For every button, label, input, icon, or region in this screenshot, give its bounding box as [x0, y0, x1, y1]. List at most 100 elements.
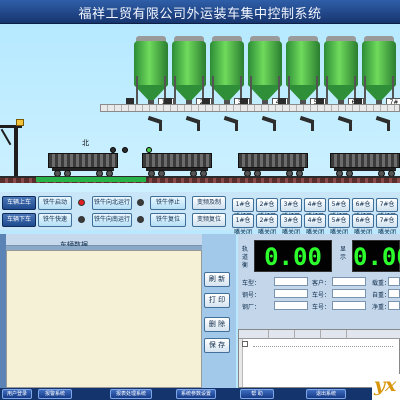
car-base [146, 168, 208, 171]
chute-4 [262, 118, 278, 131]
net-field[interactable] [388, 301, 400, 310]
gate-5-open-button[interactable]: 5#仓嘴打开 [328, 198, 350, 220]
gate-6-open-button[interactable]: 6#仓嘴打开 [352, 198, 374, 220]
gate-3-open-button[interactable]: 3#仓嘴打开 [280, 198, 302, 220]
tare-field[interactable] [388, 289, 400, 298]
tractor-north-button[interactable]: 铁牛向北运行 [92, 196, 132, 210]
gate-2-close-button[interactable]: 2#仓嘴关闭 [256, 214, 278, 236]
south-indicator [137, 216, 144, 223]
loading-scene: 1# 2# 3# 4# 5# [0, 24, 400, 192]
warning-lamp-icon [16, 119, 24, 126]
gate-7-close-button[interactable]: 7#仓嘴关闭 [376, 214, 398, 236]
login-button[interactable]: 用户登录 [2, 389, 32, 399]
table-row [253, 346, 393, 347]
window-title: 福祥工贸有限公司外运装车集中控制系统 [78, 7, 322, 22]
north-label: 北 [82, 139, 89, 147]
delete-button[interactable]: 删 除 [204, 317, 230, 332]
steel-mill-field[interactable] [274, 301, 308, 310]
weight-display-right-value: 0.00 [353, 243, 400, 271]
silo-body [134, 41, 168, 85]
run-indicator-red [78, 199, 85, 206]
steel-number-field[interactable] [274, 289, 308, 298]
car-base [242, 168, 304, 171]
car-off-button[interactable]: 车辆下车 [2, 213, 36, 227]
tractor-start-button[interactable]: 铁牛启动 [38, 196, 72, 210]
chute-6 [338, 118, 354, 131]
car-on-button[interactable]: 车辆上车 [2, 196, 36, 210]
chute-2 [186, 118, 202, 131]
gate-2-open-button[interactable]: 2#仓嘴打开 [256, 198, 278, 220]
table-header-cell [295, 330, 321, 339]
field-label-car-no-2: 车号： [312, 304, 331, 311]
car-tub [142, 153, 212, 168]
tractor-reset-button[interactable]: 铁牛复位 [150, 213, 186, 227]
gate-5-close-button[interactable]: 5#仓嘴关闭 [328, 214, 350, 236]
panel-header [6, 234, 202, 246]
watermark-logo: yx [372, 374, 400, 400]
weight-display-left-value: 0.00 [264, 243, 322, 271]
field-label-mill: 钢厂： [242, 304, 261, 311]
load-field[interactable] [388, 277, 400, 286]
title-bar: 福祥工贸有限公司外运装车集中控制系统 [0, 0, 400, 24]
vfd-control-button[interactable]: 变频及制 [192, 196, 226, 210]
silo-walkway [100, 104, 400, 112]
field-label-car-no: 车号： [312, 292, 331, 299]
chute-5 [300, 118, 316, 131]
weight-display-right: 0.00 [352, 240, 400, 272]
silo-body [324, 41, 358, 85]
weighing-panel: 轨道衡 0.00 显示 0.00 车型： 钢号： 钢厂： 客户： 车号： 车号：… [238, 234, 400, 388]
customer-field[interactable] [332, 277, 366, 286]
display-label: 显示 [340, 246, 347, 261]
help-button[interactable]: 帮 助 [240, 389, 274, 399]
vehicle-data-panel: 车辆数据 刷 新 打 印 删 除 保 存 [0, 234, 236, 388]
rail-scale-active [36, 177, 146, 182]
gantry-brace [0, 128, 12, 146]
refresh-button[interactable]: 刷 新 [204, 272, 230, 287]
print-button[interactable]: 打 印 [204, 293, 230, 308]
weight-display-left: 0.00 [254, 240, 332, 272]
alarm-button[interactable]: 报警系统 [38, 389, 72, 399]
north-indicator [137, 199, 144, 206]
gate-1-open-button[interactable]: 1#仓嘴打开 [232, 198, 254, 220]
model-field[interactable] [274, 277, 308, 286]
gate-1-close-button[interactable]: 1#仓嘴关闭 [232, 214, 254, 236]
watermark-logo-text: yx [374, 374, 397, 396]
control-strip: 车辆上车 车辆下车 铁牛启动 铁牛快速 铁牛向北运行 铁牛向南运行 铁牛停止 铁… [0, 192, 400, 236]
row-checkbox[interactable] [242, 341, 248, 347]
exit-button[interactable]: 退出系统 [306, 389, 346, 399]
bottom-bar: 用户登录 报警系统 报表处理系统 系统参数设置 帮 助 退出系统 [0, 388, 400, 400]
tractor-stop-button[interactable]: 铁牛停止 [150, 196, 186, 210]
gate-3-close-button[interactable]: 3#仓嘴关闭 [280, 214, 302, 236]
table-header-cell [249, 330, 269, 339]
table-header-cell [321, 330, 347, 339]
tractor-south-button[interactable]: 铁牛向南运行 [92, 213, 132, 227]
gate-6-close-button[interactable]: 6#仓嘴关闭 [352, 214, 374, 236]
car-number-field-2[interactable] [332, 301, 366, 310]
field-label-model: 车型： [242, 280, 261, 287]
signal-light-2 [122, 147, 128, 153]
field-label-customer: 客户： [312, 280, 331, 287]
gate-4-close-button[interactable]: 4#仓嘴关闭 [304, 214, 326, 236]
chute-7 [376, 118, 392, 131]
gate-7-open-button[interactable]: 7#仓嘴打开 [376, 198, 398, 220]
car-base [52, 168, 114, 171]
rail-scale-gantry [0, 119, 24, 184]
vehicle-data-grid[interactable] [6, 250, 202, 388]
settings-button[interactable]: 系统参数设置 [176, 389, 216, 399]
gate-4-open-button[interactable]: 4#仓嘴打开 [304, 198, 326, 220]
silo-body [248, 41, 282, 85]
table-header-cell [269, 330, 295, 339]
tractor-fast-button[interactable]: 铁牛快速 [38, 213, 72, 227]
save-button[interactable]: 保 存 [204, 338, 230, 353]
silo-body [362, 41, 396, 85]
car-tub [238, 153, 308, 168]
gantry-post [14, 125, 18, 183]
app-root: 福祥工贸有限公司外运装车集中控制系统 1# 2# 3# 4# [0, 0, 400, 400]
rail-scale-label: 轨道衡 [242, 246, 249, 269]
car-tub [48, 153, 118, 168]
vfd-reset-button[interactable]: 变频复位 [192, 213, 226, 227]
car-base [334, 168, 396, 171]
car-number-field[interactable] [332, 289, 366, 298]
chute-1 [148, 118, 164, 131]
report-button[interactable]: 报表处理系统 [110, 389, 152, 399]
